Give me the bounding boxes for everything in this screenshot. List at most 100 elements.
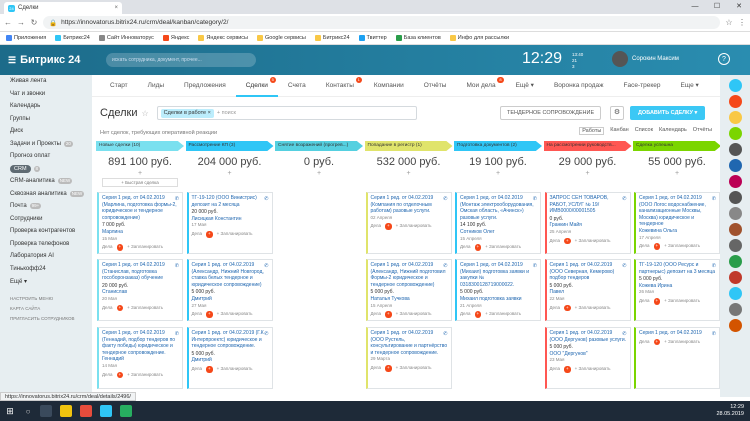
- sidebar-item[interactable]: Почта 99+: [0, 200, 92, 213]
- sidebar-item[interactable]: Тинькофф24: [0, 263, 92, 276]
- forward-icon[interactable]: →: [17, 18, 25, 27]
- deal-title[interactable]: Серия 1 ред. от 04.02.2019 (Монтаж элект…: [460, 195, 537, 221]
- plan-activity-link[interactable]: + Запланировать: [575, 305, 611, 312]
- phone-icon[interactable]: ✆: [533, 263, 537, 270]
- deal-client-link[interactable]: Станислав: [102, 289, 179, 296]
- activity-plus-badge[interactable]: +: [385, 311, 392, 318]
- plan-activity-link[interactable]: + Запланировать: [664, 298, 700, 305]
- contact-avatar[interactable]: [728, 223, 742, 236]
- column-header[interactable]: Рассмотрение КП (3): [185, 141, 274, 151]
- add-deal-button[interactable]: ДОБАВИТЬ СДЕЛКУ ▾: [630, 106, 706, 120]
- view-0[interactable]: Работы: [579, 127, 605, 135]
- plan-activity-link[interactable]: + Запланировать: [575, 238, 611, 245]
- quick-deal-button[interactable]: + Быстрая сделка: [102, 178, 178, 187]
- sidebar-item[interactable]: Проверка телефонов: [0, 238, 92, 251]
- deal-title[interactable]: Серия 1 ред. от 04.02.2019 (Александр, Н…: [192, 262, 269, 288]
- plan-activity-link[interactable]: + Запланировать: [217, 366, 253, 373]
- deal-activities-label[interactable]: Дела: [371, 311, 382, 318]
- column-header[interactable]: Новые сделки (10): [96, 141, 184, 151]
- contact-avatar[interactable]: [728, 175, 742, 188]
- deal-activities-label[interactable]: Дела: [460, 244, 471, 251]
- plan-activity-link[interactable]: + Запланировать: [396, 311, 432, 318]
- tab-5[interactable]: Контакты 1: [316, 75, 364, 97]
- explorer-icon[interactable]: [60, 405, 72, 417]
- bookmark-item[interactable]: Яндекс сервисы: [198, 35, 248, 41]
- deal-activities-label[interactable]: Дела: [192, 366, 203, 373]
- phone-icon[interactable]: ✆: [533, 196, 537, 203]
- activity-plus-badge[interactable]: +: [206, 230, 213, 238]
- deal-activities-label[interactable]: Дела: [639, 243, 650, 250]
- bookmark-item[interactable]: Сайт Инноваторус: [98, 35, 154, 41]
- phone-icon[interactable]: ✆: [264, 263, 268, 270]
- plan-activity-link[interactable]: + Запланировать: [127, 244, 163, 251]
- column-add-icon[interactable]: +: [544, 170, 632, 178]
- contact-avatar[interactable]: [728, 239, 742, 252]
- tab-0[interactable]: Старт: [100, 75, 138, 97]
- contact-avatar[interactable]: [728, 95, 742, 108]
- deal-card[interactable]: ✆ Серия 1 ред. от 04.02.2019 (Александр, …: [186, 259, 273, 321]
- deal-title[interactable]: Серия 1 ред. от 04.02.2019 (Станислав, п…: [102, 262, 179, 282]
- plan-activity-link[interactable]: + Запланировать: [396, 365, 432, 372]
- activity-plus-badge[interactable]: +: [653, 243, 661, 250]
- deal-card[interactable]: ✆ Серия 1 ред. от 04.02.2019 Дела + + Заплан…: [634, 327, 720, 389]
- column-add-icon[interactable]: +: [633, 170, 721, 178]
- plan-activity-link[interactable]: + Запланировать: [127, 372, 163, 379]
- deal-card[interactable]: ✆ ТГ-19-120 (ООО Винистрис) депозит на 2 …: [186, 192, 273, 254]
- browser-menu-icon[interactable]: ⋮: [738, 18, 746, 27]
- view-2[interactable]: Список: [635, 127, 653, 135]
- back-icon[interactable]: ←: [4, 18, 12, 27]
- deal-card[interactable]: ✆ Серия 1 ред. от 04.02.2019 (ООО Рустель…: [365, 327, 452, 389]
- activity-plus-badge[interactable]: +: [206, 365, 213, 373]
- deal-activities-label[interactable]: Дела: [550, 238, 561, 245]
- activity-plus-badge[interactable]: +: [564, 304, 571, 312]
- sidebar-item[interactable]: CRM 8: [0, 163, 92, 176]
- column-header[interactable]: На рассмотрении руководств...: [543, 141, 632, 151]
- deal-card[interactable]: ✆ Серия 1 ред. от 04.02.2019 (Компания по…: [365, 192, 452, 254]
- taskbar-clock[interactable]: 12:29 28.05.2019: [716, 404, 744, 418]
- deal-activities-label[interactable]: Дела: [639, 339, 650, 346]
- view-3[interactable]: Календарь: [659, 127, 687, 135]
- sidebar-item[interactable]: Чат и звонки: [0, 88, 92, 101]
- phone-icon[interactable]: ✆: [622, 196, 626, 203]
- deal-activities-label[interactable]: Дела: [371, 223, 382, 230]
- clock[interactable]: 12:29: [522, 50, 562, 68]
- deal-card[interactable]: ✆ Серия 1 ред. от 04.02.2019 (ООО Северна…: [544, 259, 631, 321]
- contact-avatar[interactable]: [728, 143, 742, 156]
- phone-icon[interactable]: ✆: [622, 331, 626, 338]
- phone-icon[interactable]: ✆: [175, 196, 179, 203]
- deal-activities-label[interactable]: Дела: [639, 298, 650, 305]
- deal-card[interactable]: ✆ Серия 1 ред. от 04.02.2019 (Станислав, …: [97, 259, 183, 321]
- deal-title[interactable]: Серия 1 ред. от 04.02.2019 (ООО Логос во…: [639, 195, 716, 228]
- tab-1[interactable]: Лиды: [138, 75, 174, 97]
- url-input[interactable]: 🔒 https://innovatorus.bitrix24.ru/crm/de…: [43, 16, 720, 29]
- plan-activity-link[interactable]: + Запланировать: [127, 305, 163, 312]
- deal-card[interactable]: ✆ Серия 1 ред. от 04.02.2019 (Александр, …: [365, 259, 452, 321]
- sidebar-item[interactable]: Сотрудники: [0, 213, 92, 226]
- activity-plus-badge[interactable]: +: [653, 338, 661, 346]
- deal-title[interactable]: Серия 1 ред. от 04.02.2019 (Михаил) подг…: [460, 262, 537, 288]
- deal-title[interactable]: Серия 1 ред. от 04.02.2019 (ООО Северная…: [550, 262, 627, 282]
- chrome-icon[interactable]: [80, 405, 92, 417]
- activity-plus-badge[interactable]: +: [116, 304, 124, 312]
- column-add-icon[interactable]: +: [454, 170, 542, 178]
- bookmark-item[interactable]: База клиентов: [395, 35, 441, 41]
- deal-activities-label[interactable]: Дела: [102, 305, 113, 312]
- activity-plus-badge[interactable]: +: [206, 311, 213, 318]
- tab-11[interactable]: Face-трекер: [614, 75, 671, 97]
- tab-12[interactable]: Еще ▾: [670, 75, 708, 97]
- plan-activity-link[interactable]: + Запланировать: [396, 223, 432, 230]
- phone-icon[interactable]: ✆: [175, 263, 179, 270]
- view-4[interactable]: Отчёты: [693, 127, 712, 135]
- app-icon[interactable]: [120, 405, 132, 417]
- reload-icon[interactable]: ↻: [30, 18, 38, 27]
- plan-activity-link[interactable]: + Запланировать: [575, 366, 611, 373]
- phone-icon[interactable]: ✆: [622, 263, 626, 270]
- activity-plus-badge[interactable]: +: [474, 311, 482, 318]
- deal-card[interactable]: ✆ Серия 1 ред. от 04.02.2019 (Михаил) под…: [455, 259, 541, 321]
- deal-card[interactable]: ✆ Серия 1 ред. от 04.02.2019 (Геннадий, п…: [97, 327, 183, 389]
- contact-avatar[interactable]: [728, 303, 742, 316]
- deal-activities-label[interactable]: Дела: [460, 311, 471, 318]
- activity-plus-badge[interactable]: +: [116, 244, 124, 251]
- plan-activity-link[interactable]: + Запланировать: [485, 244, 521, 251]
- deal-activities-label[interactable]: Дела: [371, 365, 382, 372]
